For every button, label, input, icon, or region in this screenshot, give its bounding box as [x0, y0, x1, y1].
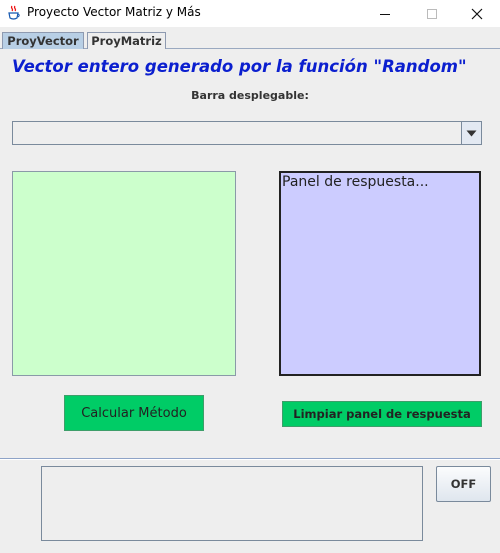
separator-highlight [0, 459, 500, 460]
java-cup-icon [7, 5, 21, 21]
dropdown-label: Barra desplegable: [191, 89, 309, 102]
off-button[interactable]: OFF [436, 466, 491, 502]
maximize-icon [427, 8, 437, 19]
maximize-button[interactable] [409, 0, 455, 27]
tab-proy-vector[interactable]: ProyVector [2, 32, 84, 49]
chevron-down-icon [466, 130, 477, 136]
close-icon [471, 8, 483, 19]
dropdown-select[interactable] [12, 121, 482, 145]
tab-proy-matriz[interactable]: ProyMatriz [87, 32, 166, 49]
dropdown-arrow-button[interactable] [461, 121, 482, 145]
page-heading: Vector entero generado por la función "R… [12, 57, 467, 76]
clear-response-button[interactable]: Limpiar panel de respuesta [282, 401, 482, 427]
minimize-icon [380, 13, 390, 15]
window-title: Proyecto Vector Matriz y Más [27, 5, 201, 19]
vector-display-panel [12, 171, 236, 376]
calculate-method-button[interactable]: Calcular Método [64, 395, 204, 431]
response-panel[interactable] [279, 171, 481, 376]
close-button[interactable] [454, 0, 500, 27]
response-panel-text: Panel de respuesta... [282, 174, 429, 190]
minimize-button[interactable] [362, 0, 408, 27]
bottom-text-area[interactable] [41, 466, 423, 541]
